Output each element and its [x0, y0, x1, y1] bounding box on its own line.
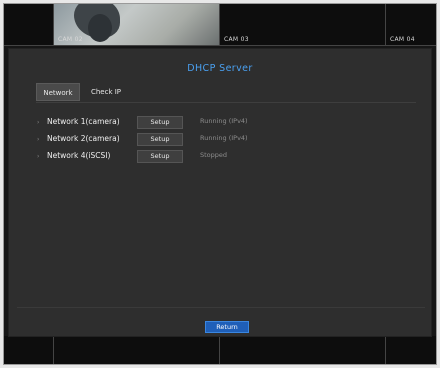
list-item: › Network 1(camera) Setup Running (IPv4)	[37, 115, 417, 132]
tab-network[interactable]: Network	[36, 83, 80, 101]
bullet-icon: ›	[37, 136, 40, 143]
camera-label: CAM 04	[390, 36, 415, 43]
bullet-icon: ›	[37, 119, 40, 126]
setup-button[interactable]: Setup	[137, 150, 183, 163]
setup-button[interactable]: Setup	[137, 133, 183, 146]
tab-check-ip[interactable]: Check IP	[82, 83, 130, 101]
camera-tile-4[interactable]: CAM 04	[386, 4, 436, 46]
return-button[interactable]: Return	[205, 321, 249, 333]
camera-label: CAM 03	[224, 36, 249, 43]
dhcp-server-dialog: DHCP Server Network Check IP › Network 1…	[8, 48, 432, 337]
camera-tile-3[interactable]: CAM 03	[220, 4, 386, 46]
dialog-title: DHCP Server	[187, 63, 253, 74]
nvr-screen: CAM 02 CAM 03 CAM 04 DHCP Server Network…	[3, 3, 437, 365]
camera-tile-5[interactable]	[4, 336, 54, 364]
network-name: Network 2(camera)	[47, 134, 120, 143]
camera-tile-8[interactable]	[386, 336, 436, 364]
status-text: Running (IPv4)	[200, 117, 248, 125]
list-item: › Network 4(iSCSI) Setup Stopped	[37, 149, 417, 166]
network-name: Network 1(camera)	[47, 117, 120, 126]
list-item: › Network 2(camera) Setup Running (IPv4)	[37, 132, 417, 149]
status-text: Stopped	[200, 151, 228, 159]
network-list: › Network 1(camera) Setup Running (IPv4)…	[37, 115, 417, 166]
setup-button[interactable]: Setup	[137, 116, 183, 129]
network-name: Network 4(iSCSI)	[47, 151, 111, 160]
bullet-icon: ›	[37, 153, 40, 160]
camera-label: CAM 02	[58, 36, 83, 43]
camera-tile-1[interactable]	[4, 4, 54, 46]
camera-tile-6[interactable]	[54, 336, 220, 364]
camera-tile-7[interactable]	[220, 336, 386, 364]
tab-bar: Network Check IP	[36, 83, 416, 103]
status-text: Running (IPv4)	[200, 134, 248, 142]
divider	[17, 307, 425, 308]
camera-tile-2[interactable]: CAM 02	[54, 4, 220, 46]
